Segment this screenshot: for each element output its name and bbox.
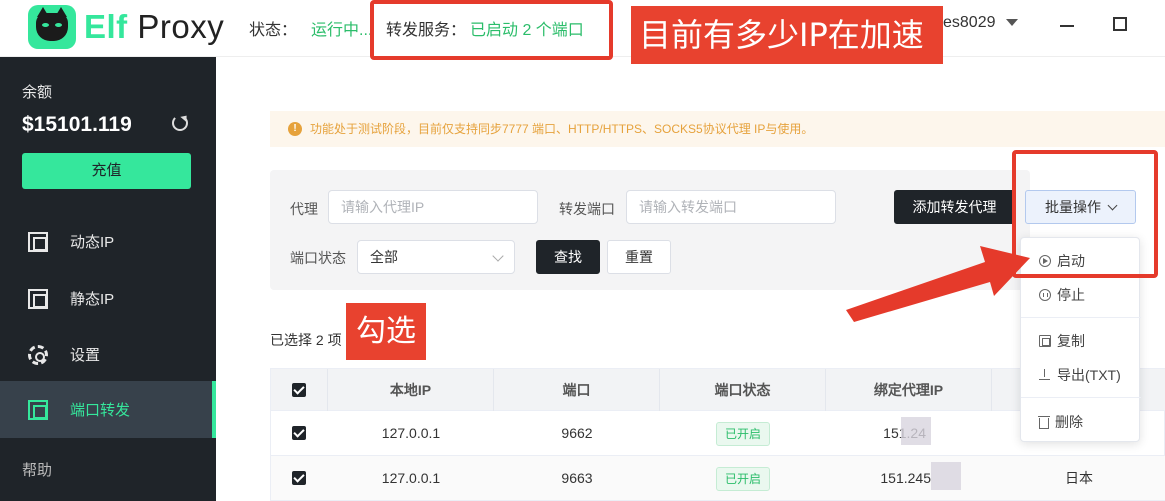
arrow-shape	[846, 246, 1030, 322]
annotation-arrow	[846, 246, 1030, 322]
app-window: Elf Proxy 状态： 运行中... 转发服务： 已启动 2 个端口 es802…	[0, 0, 1165, 501]
